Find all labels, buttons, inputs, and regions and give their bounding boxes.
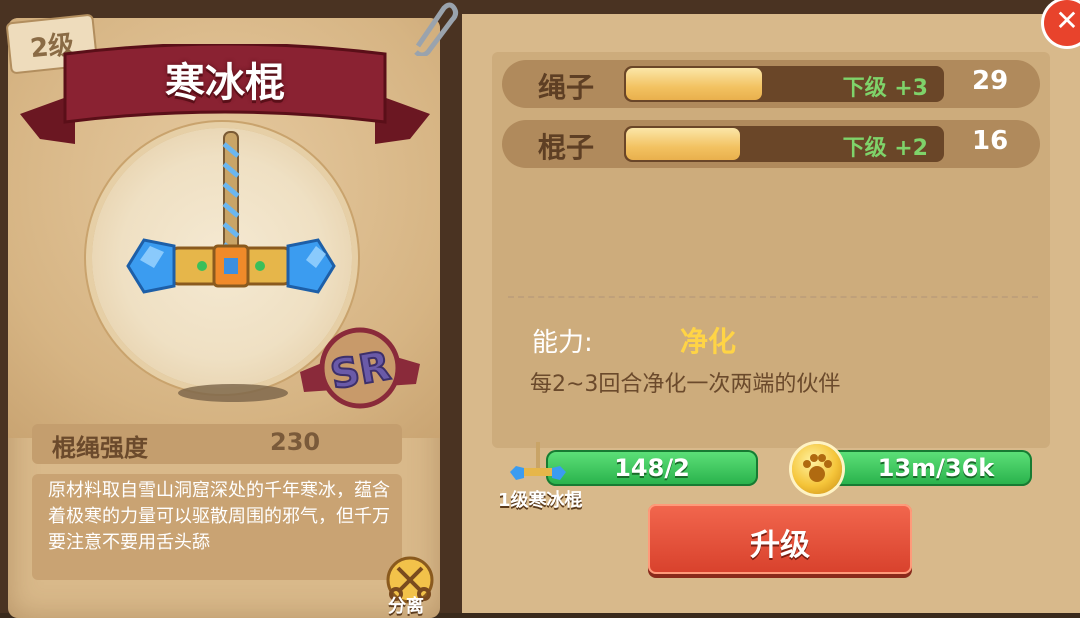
- resource-label: 棍子: [538, 131, 595, 164]
- resource-count: 16: [972, 126, 1009, 156]
- resource-bar-fill: [626, 128, 740, 160]
- ability-name: 净化: [680, 325, 737, 358]
- resource-bar-fill: [626, 68, 762, 100]
- coin-count: 13m/36k: [877, 454, 995, 482]
- resource-count: 29: [972, 66, 1009, 96]
- rarity-badge: SR: [300, 327, 420, 409]
- item-name: 寒冰棍: [165, 60, 285, 106]
- resource-bar: 下级 +2: [624, 126, 944, 162]
- close-icon: ✕: [1055, 4, 1079, 37]
- mini-ice-stick-icon: [510, 442, 566, 480]
- split-label: 分离: [388, 596, 424, 617]
- resource-label: 绳子: [538, 71, 595, 104]
- ability-label: 能力:: [532, 328, 593, 358]
- divider: [508, 296, 1038, 298]
- resource-bonus: 下级 +3: [842, 76, 928, 101]
- material-item-label: 1级寒冰棍: [498, 490, 583, 511]
- resource-row-rope: 绳子 下级 +3 29: [502, 60, 1040, 108]
- resource-bonus: 下级 +2: [842, 136, 928, 161]
- paw-icon: [803, 454, 832, 482]
- ability-description: 每2~3回合净化一次两端的伙伴: [530, 372, 841, 397]
- item-shadow: [178, 384, 288, 402]
- material-item-count: 148/2: [614, 454, 690, 482]
- stat-label: 棍绳强度: [52, 434, 148, 462]
- resource-row-stick: 棍子 下级 +2 16: [502, 120, 1040, 168]
- stat-value: 230: [270, 428, 321, 456]
- resource-bar: 下级 +3: [624, 66, 944, 102]
- description-box: 原材料取自雪山洞窟深处的千年寒冰，蕴含着极寒的力量可以驱散周围的邪气，但千万要注…: [32, 474, 402, 580]
- coin-bar: 13m/36k: [820, 450, 1032, 486]
- paperclip-icon: [414, 2, 459, 56]
- material-item-bar: 148/2: [546, 450, 758, 486]
- upgrade-label: 升级: [750, 528, 810, 563]
- coin-icon: [792, 444, 842, 494]
- item-description: 原材料取自雪山洞窟深处的千年寒冰，蕴含着极寒的力量可以驱散周围的邪气，但千万要注…: [48, 480, 390, 553]
- ice-stick-icon: [126, 131, 336, 294]
- upgrade-button[interactable]: 升级: [648, 504, 912, 574]
- stat-bar: 棍绳强度 230: [32, 424, 402, 464]
